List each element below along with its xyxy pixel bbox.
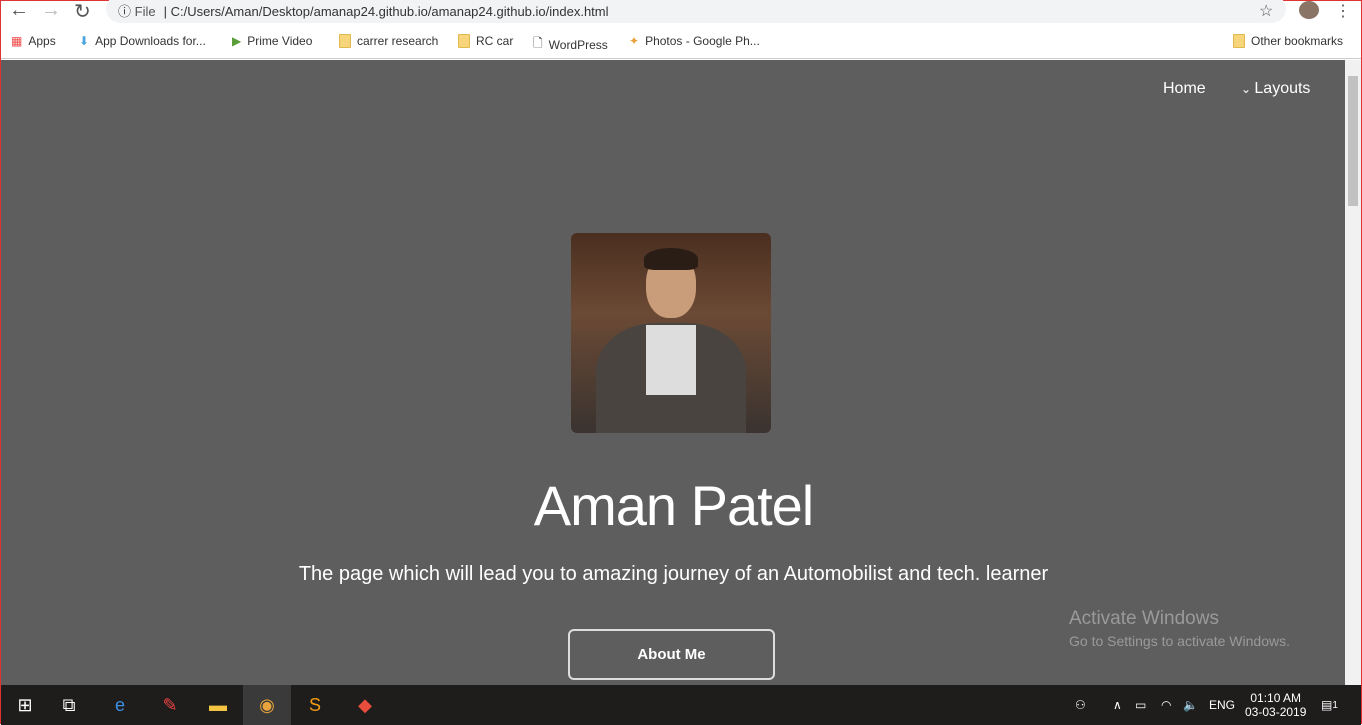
- battery-icon[interactable]: ▭: [1135, 685, 1146, 725]
- watermark-subtitle: Go to Settings to activate Windows.: [1069, 633, 1290, 649]
- folder-icon: [458, 34, 470, 48]
- bookmark-photos[interactable]: ✦ Photos - Google Ph...: [629, 34, 760, 48]
- scrollbar-thumb[interactable]: [1348, 76, 1358, 206]
- bookmark-label: Photos - Google Ph...: [645, 34, 760, 48]
- sublime-icon[interactable]: S: [291, 685, 339, 725]
- bookmarks-bar: ▦ Apps ⬇ App Downloads for... ▶ Prime Video…: [1, 25, 1361, 59]
- windows-start-icon[interactable]: ⊞: [1, 685, 49, 725]
- taskbar: ⊞ ⧉ e ✎ ▬ ◉ S ◆ ⚇ ∧ ▭ ◠ 🔈 ENG 01:10 AM 03…: [1, 685, 1361, 725]
- bookmark-rc-car[interactable]: RC car: [458, 34, 513, 48]
- watermark-title: Activate Windows: [1069, 608, 1219, 629]
- pinwheel-icon: ✦: [629, 34, 640, 48]
- url-input[interactable]: ⓘ File | C:/Users/Aman/Desktop/amanap24.g…: [106, 0, 1286, 23]
- task-view-icon[interactable]: ⧉: [45, 685, 93, 725]
- clock[interactable]: 01:10 AM 03-03-2019: [1245, 685, 1306, 725]
- tagline: The page which will lead you to amazing …: [298, 563, 1049, 585]
- play-icon: ▶: [232, 34, 242, 48]
- address-bar-row: ← → ↻ ⓘ File | C:/Users/Aman/Desktop/aman…: [1, 0, 1361, 25]
- folder-icon: [339, 34, 351, 48]
- apps-grid-icon: ▦: [11, 34, 23, 48]
- bookmark-prime-video[interactable]: ▶ Prime Video: [232, 34, 312, 48]
- time: 01:10 AM: [1250, 691, 1302, 705]
- scrollbar[interactable]: [1345, 60, 1361, 685]
- paint-icon[interactable]: ✎: [146, 685, 194, 725]
- git-icon[interactable]: ◆: [341, 685, 389, 725]
- reload-icon[interactable]: ↻: [74, 0, 91, 24]
- nav-layouts-label: Layouts: [1254, 80, 1311, 97]
- profile-avatar[interactable]: [1299, 1, 1319, 19]
- people-icon[interactable]: ⚇: [1075, 685, 1086, 725]
- bookmark-other[interactable]: Other bookmarks: [1233, 34, 1343, 48]
- chrome-icon[interactable]: ◉: [243, 685, 291, 725]
- bookmark-label: App Downloads for...: [95, 34, 206, 48]
- bookmark-label: RC car: [476, 34, 514, 48]
- bookmark-carrer-research[interactable]: carrer research: [339, 34, 438, 48]
- bookmark-app-downloads[interactable]: ⬇ App Downloads for...: [79, 34, 206, 48]
- page-icon: 🗋: [533, 36, 543, 50]
- bookmark-label: WordPress: [548, 37, 608, 52]
- edge-icon[interactable]: e: [96, 685, 144, 725]
- download-icon: ⬇: [79, 34, 90, 48]
- back-icon[interactable]: ←: [9, 0, 29, 22]
- bookmark-label: Prime Video: [247, 34, 313, 48]
- language-indicator[interactable]: ENG: [1209, 685, 1235, 725]
- nav-layouts[interactable]: ⌄ Layouts: [1241, 80, 1310, 98]
- profile-photo: [571, 233, 771, 433]
- url-text: C:/Users/Aman/Desktop/amanap24.github.io…: [170, 4, 609, 19]
- menu-icon[interactable]: ⋮: [1335, 1, 1351, 21]
- file-explorer-icon[interactable]: ▬: [194, 685, 242, 725]
- bookmark-label: carrer research: [357, 34, 439, 48]
- bookmark-apps[interactable]: ▦ Apps: [11, 34, 56, 48]
- bookmark-label: Apps: [28, 34, 56, 48]
- bookmark-wordpress[interactable]: 🗋 WordPress: [533, 34, 608, 55]
- nav-home[interactable]: Home: [1163, 80, 1206, 98]
- star-icon[interactable]: ☆: [1259, 1, 1273, 21]
- wifi-icon[interactable]: ◠: [1161, 685, 1171, 725]
- notification-count: 1: [1332, 699, 1338, 711]
- forward-icon[interactable]: →: [41, 0, 61, 22]
- notifications-icon[interactable]: ▤ 1: [1321, 685, 1338, 725]
- chevron-down-icon: ⌄: [1241, 82, 1255, 96]
- about-me-button[interactable]: About Me: [568, 629, 775, 680]
- bookmark-label: Other bookmarks: [1251, 34, 1344, 48]
- chevron-up-icon[interactable]: ∧: [1113, 685, 1122, 725]
- page-title: Aman Patel: [533, 474, 815, 537]
- date: 03-03-2019: [1245, 705, 1307, 719]
- url-prefix: File: [134, 4, 156, 19]
- folder-icon: [1233, 34, 1245, 48]
- volume-icon[interactable]: 🔈: [1183, 685, 1198, 725]
- hero-section: Home ⌄ Layouts Aman Patel The page which…: [1, 60, 1346, 685]
- info-icon[interactable]: ⓘ: [118, 4, 135, 19]
- activate-windows-watermark: Activate Windows Go to Settings to activa…: [1069, 608, 1290, 649]
